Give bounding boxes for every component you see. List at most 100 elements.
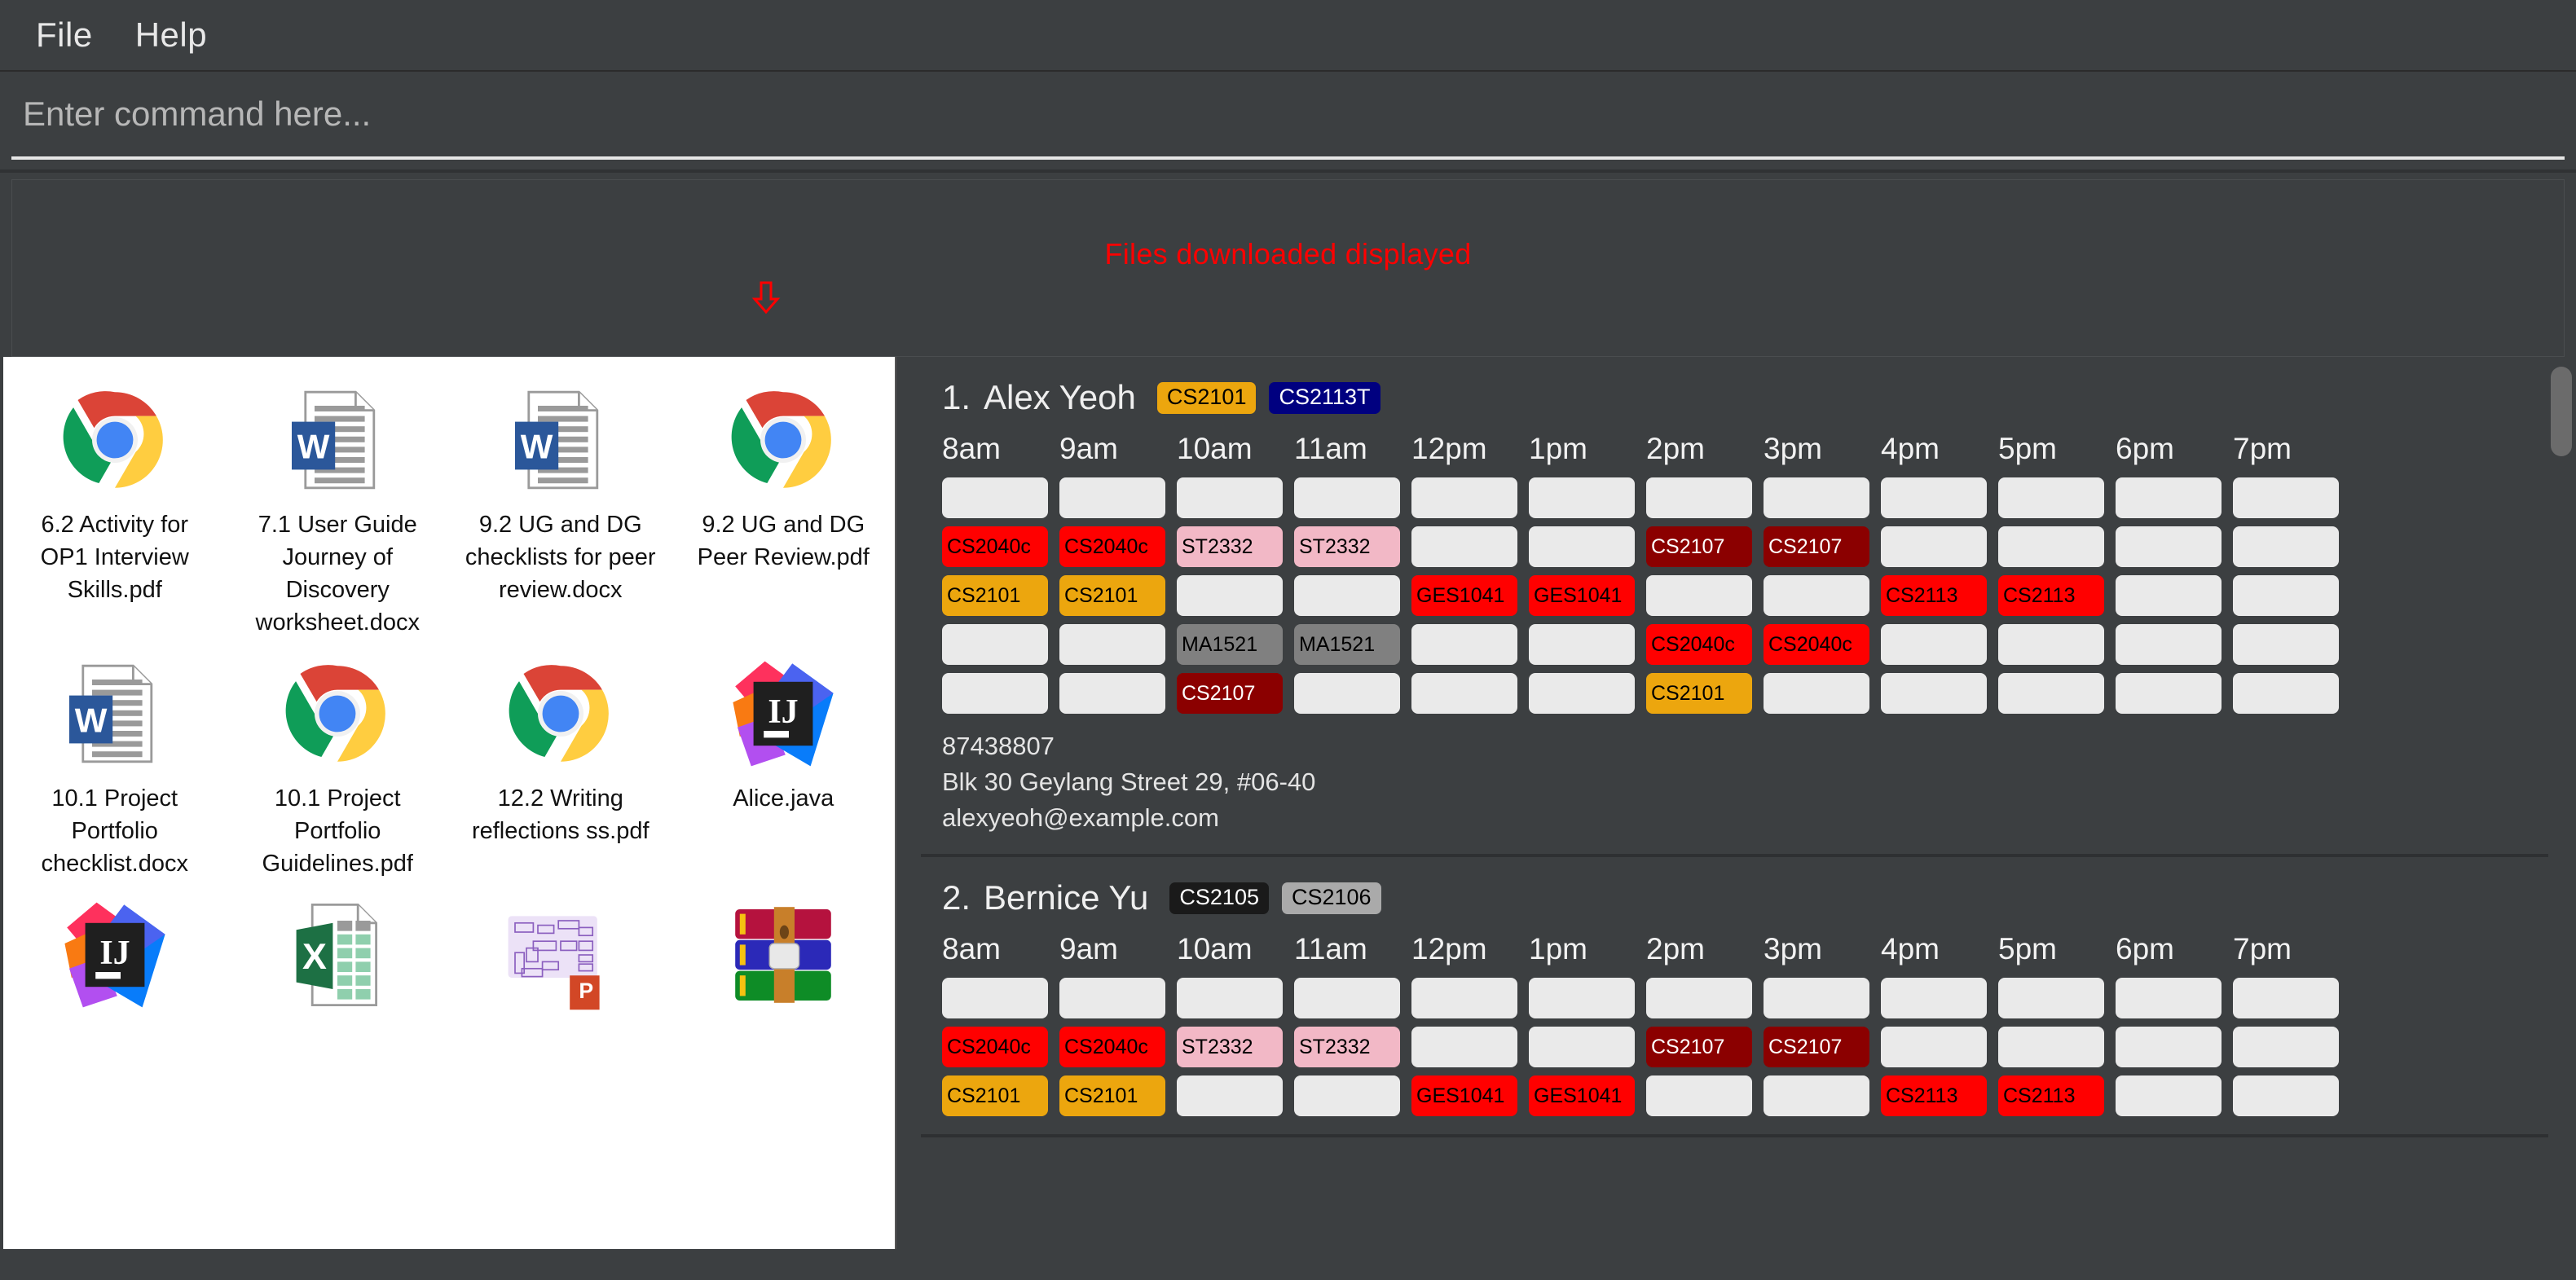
schedule-slot-empty[interactable] <box>2233 978 2339 1019</box>
schedule-slot-empty[interactable] <box>1059 978 1165 1019</box>
schedule-slot[interactable]: CS2040c <box>942 1027 1048 1068</box>
schedule-slot-empty[interactable] <box>2233 673 2339 714</box>
schedule-slot-empty[interactable] <box>1764 477 1869 518</box>
schedule-slot-empty[interactable] <box>1294 673 1400 714</box>
panel-divider[interactable] <box>895 357 903 1249</box>
schedule-slot-empty[interactable] <box>1998 526 2104 567</box>
schedule-slot-empty[interactable] <box>1998 673 2104 714</box>
schedule-slot-empty[interactable] <box>1764 1075 1869 1117</box>
schedule-slot[interactable]: CS2040c <box>1764 624 1869 665</box>
schedule-slot[interactable]: CS2101 <box>942 575 1048 616</box>
schedule-slot-empty[interactable] <box>2116 526 2222 567</box>
schedule-slot-empty[interactable] <box>1294 978 1400 1019</box>
schedule-slot-empty[interactable] <box>1998 978 2104 1019</box>
schedule-slot[interactable]: CS2107 <box>1646 1027 1752 1068</box>
schedule-slot-empty[interactable] <box>1529 477 1635 518</box>
schedule-slot[interactable]: GES1041 <box>1411 575 1517 616</box>
schedule-slot-empty[interactable] <box>1411 526 1517 567</box>
schedule-slot-empty[interactable] <box>1177 978 1283 1019</box>
schedule-slot-empty[interactable] <box>1059 477 1165 518</box>
schedule-slot-empty[interactable] <box>1177 477 1283 518</box>
schedule-slot[interactable]: GES1041 <box>1529 1075 1635 1117</box>
schedule-slot-empty[interactable] <box>1529 978 1635 1019</box>
schedule-slot-empty[interactable] <box>2116 477 2222 518</box>
schedule-slot-empty[interactable] <box>1411 624 1517 665</box>
person-list-panel[interactable]: 1. Alex Yeoh CS2101 CS2113T 8am 9am 10am 11am 12… <box>903 357 2576 1249</box>
file-item[interactable]: 9.2 UG and DG Peer Review.pdf <box>672 378 896 644</box>
schedule-slot-empty[interactable] <box>1764 978 1869 1019</box>
schedule-slot-empty[interactable] <box>1764 575 1869 616</box>
schedule-slot-empty[interactable] <box>2116 673 2222 714</box>
schedule-slot-empty[interactable] <box>1411 673 1517 714</box>
schedule-slot-empty[interactable] <box>942 624 1048 665</box>
schedule-slot-empty[interactable] <box>1998 1027 2104 1068</box>
schedule-slot-empty[interactable] <box>2116 624 2222 665</box>
schedule-slot-empty[interactable] <box>1529 1027 1635 1068</box>
schedule-slot-empty[interactable] <box>1881 477 1987 518</box>
schedule-slot-empty[interactable] <box>2116 1075 2222 1117</box>
schedule-slot-empty[interactable] <box>2233 1075 2339 1117</box>
schedule-slot-empty[interactable] <box>2116 978 2222 1019</box>
schedule-slot-empty[interactable] <box>942 477 1048 518</box>
schedule-slot-empty[interactable] <box>1881 624 1987 665</box>
schedule-slot-empty[interactable] <box>1059 624 1165 665</box>
schedule-slot-empty[interactable] <box>1881 978 1987 1019</box>
schedule-slot[interactable]: CS2107 <box>1177 673 1283 714</box>
file-item[interactable]: IJ Alice.java <box>672 652 896 885</box>
module-tag[interactable]: CS2113T <box>1269 381 1380 414</box>
schedule-slot-empty[interactable] <box>1294 575 1400 616</box>
schedule-slot[interactable]: CS2107 <box>1764 526 1869 567</box>
schedule-slot[interactable]: CS2040c <box>942 526 1048 567</box>
schedule-slot[interactable]: CS2040c <box>1059 1027 1165 1068</box>
schedule-slot-empty[interactable] <box>1646 978 1752 1019</box>
schedule-slot-empty[interactable] <box>1881 1027 1987 1068</box>
schedule-slot-empty[interactable] <box>1411 1027 1517 1068</box>
schedule-slot-empty[interactable] <box>1998 624 2104 665</box>
schedule-slot[interactable]: CS2101 <box>1059 1075 1165 1117</box>
file-item[interactable]: W 9.2 UG and DG checklists for peer revie… <box>449 378 672 644</box>
schedule-slot[interactable]: CS2101 <box>1059 575 1165 616</box>
schedule-slot[interactable]: MA1521 <box>1177 624 1283 665</box>
schedule-slot-empty[interactable] <box>2233 575 2339 616</box>
schedule-slot[interactable]: CS2113 <box>1881 1075 1987 1117</box>
schedule-slot[interactable]: CS2113 <box>1998 1075 2104 1117</box>
schedule-slot[interactable]: ST2332 <box>1294 1027 1400 1068</box>
schedule-slot-empty[interactable] <box>1294 477 1400 518</box>
schedule-slot[interactable]: CS2107 <box>1646 526 1752 567</box>
file-item[interactable]: 10.1 Project Portfolio Guidelines.pdf <box>227 652 450 885</box>
schedule-slot-empty[interactable] <box>1646 477 1752 518</box>
schedule-slot-empty[interactable] <box>942 978 1048 1019</box>
schedule-slot-empty[interactable] <box>942 673 1048 714</box>
schedule-slot-empty[interactable] <box>1646 575 1752 616</box>
file-item[interactable]: P <box>449 893 672 1028</box>
person-card[interactable]: 1. Alex Yeoh CS2101 CS2113T 8am 9am 10am 11am 12… <box>921 357 2576 858</box>
schedule-slot-empty[interactable] <box>1177 1075 1283 1117</box>
module-tag[interactable]: CS2105 <box>1169 882 1269 914</box>
person-card[interactable]: 2. Bernice Yu CS2105 CS2106 8am 9am 10am 11am 12… <box>921 857 2576 1138</box>
module-tag[interactable]: CS2101 <box>1156 381 1257 414</box>
file-item[interactable]: 6.2 Activity for OP1 Interview Skills.pd… <box>3 378 227 644</box>
schedule-slot-empty[interactable] <box>1764 673 1869 714</box>
schedule-slot[interactable]: ST2332 <box>1177 526 1283 567</box>
menu-help[interactable]: Help <box>114 11 228 59</box>
schedule-slot[interactable]: CS2040c <box>1059 526 1165 567</box>
schedule-slot[interactable]: MA1521 <box>1294 624 1400 665</box>
schedule-slot[interactable]: GES1041 <box>1529 575 1635 616</box>
schedule-slot-empty[interactable] <box>1294 1075 1400 1117</box>
schedule-slot-empty[interactable] <box>2116 575 2222 616</box>
file-item[interactable]: 12.2 Writing reflections ss.pdf <box>449 652 672 885</box>
schedule-slot-empty[interactable] <box>2233 624 2339 665</box>
schedule-slot[interactable]: CS2113 <box>1998 575 2104 616</box>
schedule-slot-empty[interactable] <box>2116 1027 2222 1068</box>
module-tag[interactable]: CS2106 <box>1281 882 1381 914</box>
schedule-slot[interactable]: CS2107 <box>1764 1027 1869 1068</box>
file-item[interactable] <box>672 893 896 1028</box>
schedule-slot[interactable]: ST2332 <box>1177 1027 1283 1068</box>
file-explorer-panel[interactable]: 6.2 Activity for OP1 Interview Skills.pd… <box>3 357 895 1249</box>
schedule-slot-empty[interactable] <box>2233 526 2339 567</box>
scrollbar-thumb[interactable] <box>2551 367 2572 456</box>
schedule-slot-empty[interactable] <box>1059 673 1165 714</box>
schedule-slot-empty[interactable] <box>1411 477 1517 518</box>
schedule-slot-empty[interactable] <box>1881 526 1987 567</box>
schedule-slot-empty[interactable] <box>1529 673 1635 714</box>
